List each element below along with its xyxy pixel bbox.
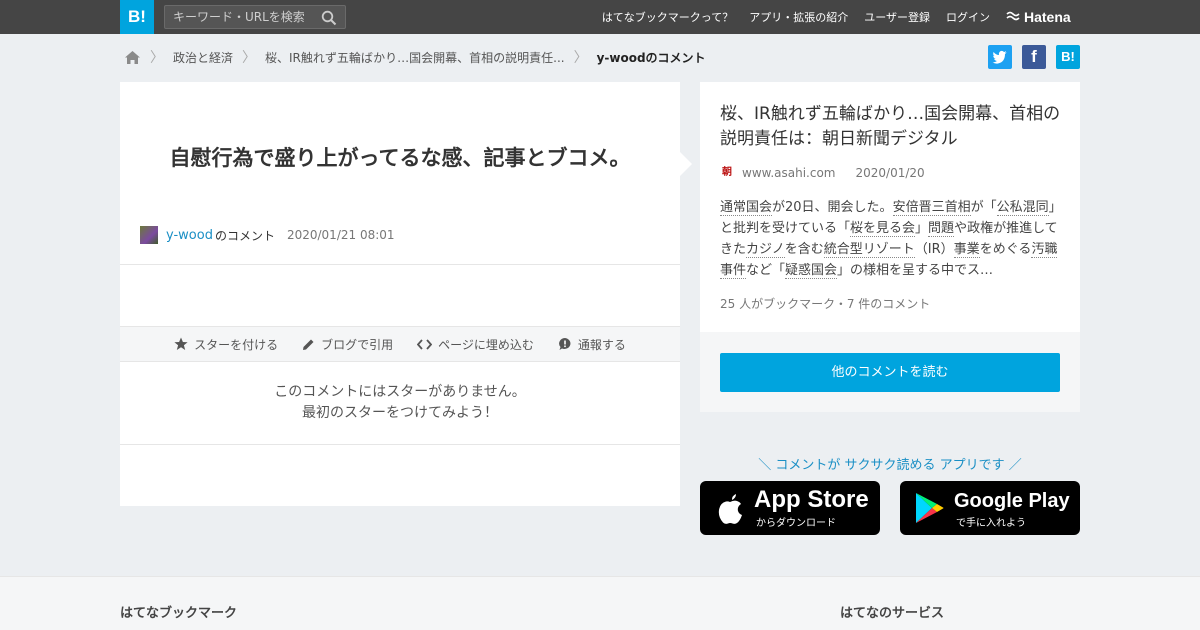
breadcrumb-article[interactable]: 桜、IR触れず五輪ばかり…国会開幕、首相の説明責任...: [265, 49, 565, 66]
description-text: （IR）: [914, 242, 954, 257]
nav-apps[interactable]: アプリ・拡張の紹介: [749, 9, 848, 25]
keyword-link[interactable]: 統合型リゾート: [823, 242, 915, 258]
comment-user-row: y-wood のコメント 2020/01/21 08:01: [140, 226, 395, 244]
divider: [120, 264, 680, 265]
facebook-share-button[interactable]: f: [1022, 45, 1046, 69]
google-play-icon: [916, 493, 944, 523]
search-input[interactable]: [165, 6, 315, 28]
description-text: が20日、開会した。: [772, 200, 893, 215]
embed-label: ページに埋め込む: [438, 337, 534, 352]
keyword-link[interactable]: 安倍晋三首相: [892, 200, 971, 216]
nav-about[interactable]: はてなブックマークって？: [602, 9, 733, 25]
footer: はてなブックマーク はてなのサービス: [0, 576, 1200, 630]
no-star-line-1: このコメントにはスターがありません。: [274, 384, 526, 400]
no-star-message: このコメントにはスターがありません。 最初のスターをつけてみよう！: [120, 382, 680, 424]
report-icon: [559, 338, 571, 350]
hatena-logo[interactable]: Hatena: [1006, 7, 1071, 27]
keyword-link[interactable]: 疑惑国会: [785, 263, 838, 279]
google-play-button[interactable]: Google Play で手に入れよう: [900, 481, 1080, 535]
nav-register[interactable]: ユーザー登録: [864, 9, 930, 25]
footer-heading-services: はてなのサービス: [840, 606, 945, 621]
chevron-right-icon: 〉: [573, 50, 588, 66]
description-text: をめぐる: [979, 242, 1032, 257]
description-text: 」: [915, 221, 929, 236]
search-box[interactable]: [164, 5, 346, 29]
keyword-link[interactable]: カジノ: [746, 242, 785, 258]
article-date: 2020/01/20: [855, 166, 925, 180]
divider: [120, 444, 680, 445]
app-promo-text: ＼ コメントが サクサク読める アプリです ／: [758, 458, 1022, 473]
facebook-icon: f: [1031, 47, 1037, 66]
card-pointer: [680, 152, 692, 176]
keyword-link[interactable]: 事業: [953, 242, 980, 258]
report-label: 通報する: [577, 337, 626, 352]
comment-suffix: のコメント: [214, 228, 275, 243]
no-star-line-2: 最初のスターをつけてみよう！: [302, 405, 498, 421]
comment-card: 自慰行為で盛り上がってるな感、記事とブコメ。 y-wood のコメント 2020…: [120, 82, 680, 506]
chevron-right-icon: 〉: [242, 50, 257, 66]
top-nav: はてなブックマークって？ アプリ・拡張の紹介 ユーザー登録 ログイン: [602, 0, 990, 34]
search-icon[interactable]: [321, 10, 337, 26]
article-domain[interactable]: www.asahi.com: [742, 166, 836, 180]
article-title[interactable]: 桜、IR触れず五輪ばかり…国会開幕、首相の説明責任は：朝日新聞デジタル: [720, 102, 1065, 152]
read-other-comments-button[interactable]: 他のコメントを読む: [720, 353, 1060, 392]
top-bar: B! はてなブックマークって？ アプリ・拡張の紹介 ユーザー登録 ログイン Ha…: [0, 0, 1200, 34]
hatena-bookmark-icon: B!: [1061, 49, 1075, 64]
app-store-sublabel: からダウンロード: [756, 518, 836, 529]
comment-actions: スターを付ける ブログで引用 ページに埋め込む 通報する: [120, 326, 680, 362]
article-card: 桜、IR触れず五輪ばかり…国会開幕、首相の説明責任は：朝日新聞デジタル 朝 ww…: [700, 82, 1080, 332]
report-button[interactable]: 通報する: [558, 336, 626, 353]
keyword-link[interactable]: 通常国会: [720, 200, 773, 216]
hatena-wave-icon: [1006, 11, 1020, 21]
bookmark-count[interactable]: 25 人がブックマーク・7 件のコメント: [720, 295, 930, 312]
keyword-link[interactable]: 桜を見る会: [850, 221, 916, 237]
breadcrumb-current: y-woodのコメント: [596, 50, 706, 65]
article-meta: 朝 www.asahi.com 2020/01/20: [720, 166, 925, 180]
pencil-icon: [303, 339, 314, 350]
chevron-right-icon: 〉: [150, 50, 164, 66]
share-buttons: f B!: [988, 45, 1080, 69]
breadcrumb: 〉 政治と経済 〉 桜、IR触れず五輪ばかり…国会開幕、首相の説明責任... 〉…: [124, 46, 706, 68]
app-store-label: App Store: [754, 486, 869, 513]
article-description: 通常国会が20日、開会した。安倍晋三首相が「公私混同」と批判を受けている「桜を見…: [720, 197, 1065, 281]
blog-quote-button[interactable]: ブログで引用: [302, 336, 393, 353]
comment-date: 2020/01/21 08:01: [286, 228, 395, 242]
description-text: が「: [970, 200, 997, 215]
add-star-label: スターを付ける: [194, 337, 279, 352]
breadcrumb-category[interactable]: 政治と経済: [173, 49, 233, 66]
comment-username[interactable]: y-wood: [166, 228, 213, 243]
app-store-button[interactable]: App Store からダウンロード: [700, 481, 880, 535]
add-star-button[interactable]: スターを付ける: [174, 336, 278, 353]
google-play-label: Google Play: [954, 490, 1070, 512]
nav-login[interactable]: ログイン: [946, 9, 990, 25]
google-play-sublabel: で手に入れよう: [956, 518, 1026, 529]
home-icon[interactable]: [124, 50, 141, 65]
keyword-link[interactable]: 公私混同: [996, 200, 1049, 216]
hatena-bookmark-logo[interactable]: B!: [120, 0, 154, 34]
hatena-share-button[interactable]: B!: [1056, 45, 1080, 69]
embed-button[interactable]: ページに埋め込む: [417, 336, 534, 353]
description-text: 」の様相を呈する中でス…: [837, 263, 994, 278]
apple-icon: [718, 494, 742, 524]
hatena-logo-text: Hatena: [1024, 9, 1071, 25]
site-favicon: 朝: [722, 167, 732, 178]
footer-heading-bookmark: はてなブックマーク: [120, 606, 238, 621]
code-icon: [417, 338, 433, 350]
read-comments-area: 他のコメントを読む: [700, 332, 1080, 412]
keyword-link[interactable]: 問題: [928, 221, 955, 237]
comment-text: 自慰行為で盛り上がってるな感、記事とブコメ。: [169, 146, 631, 170]
description-text: など「: [746, 263, 786, 278]
description-text: を含む: [784, 242, 824, 257]
twitter-icon: [992, 50, 1007, 64]
avatar[interactable]: [140, 226, 158, 244]
twitter-share-button[interactable]: [988, 45, 1012, 69]
star-icon: [174, 337, 188, 350]
blog-quote-label: ブログで引用: [321, 337, 394, 352]
